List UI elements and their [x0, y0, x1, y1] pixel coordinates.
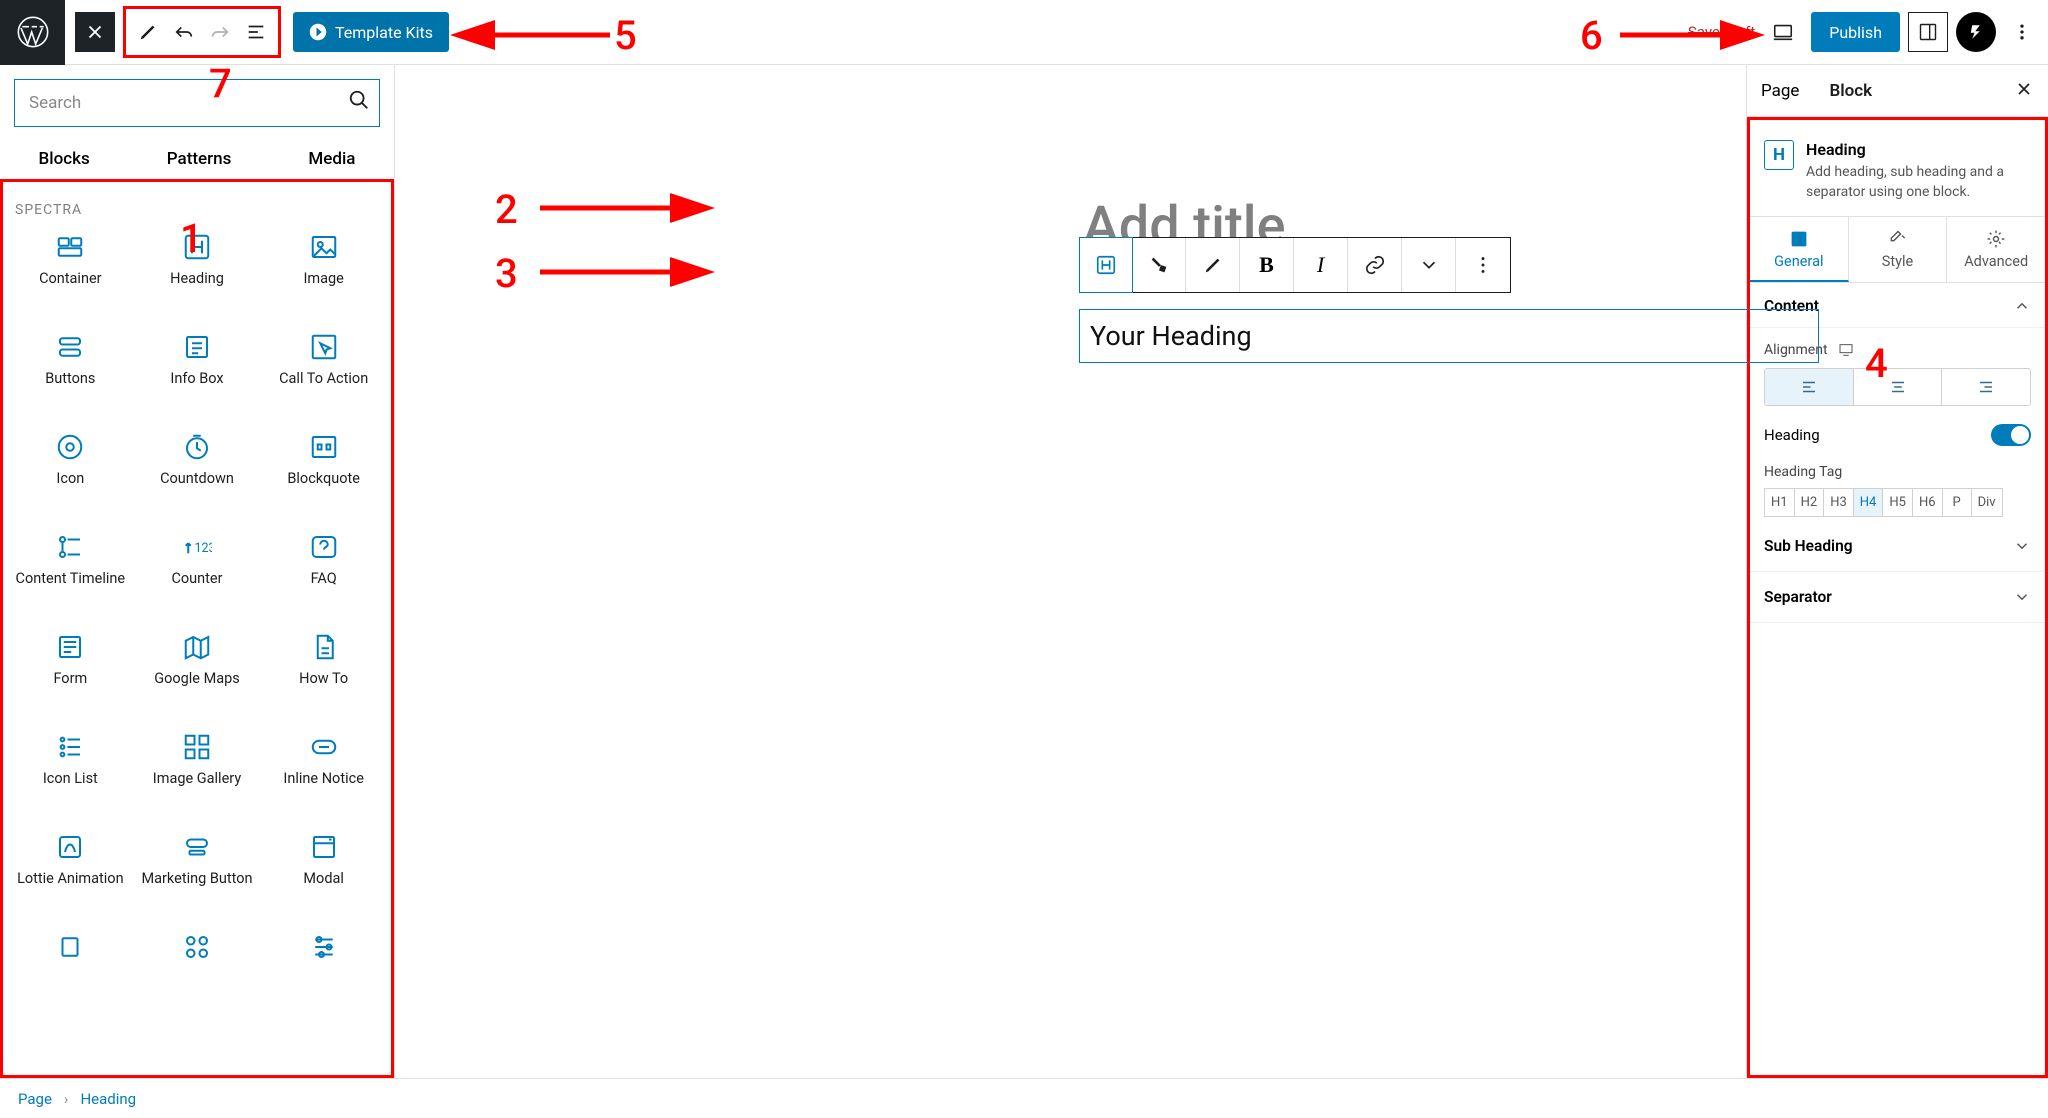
edit-tool-button[interactable]: [130, 14, 166, 50]
close-sidebar-button[interactable]: [2014, 79, 2034, 103]
block-gallery[interactable]: Image Gallery: [134, 732, 261, 802]
document-overview-button[interactable]: [238, 14, 274, 50]
tab-general[interactable]: General: [1750, 217, 1849, 282]
template-kits-button[interactable]: Template Kits: [293, 12, 449, 52]
tag-h2[interactable]: H2: [1794, 488, 1825, 517]
block-sliders[interactable]: [260, 932, 387, 1002]
tag-h4[interactable]: H4: [1853, 488, 1884, 517]
publish-button[interactable]: Publish: [1811, 12, 1900, 52]
chevron-up-icon: [2013, 297, 2031, 315]
block-card-title: Heading: [1806, 140, 2031, 159]
block-iconlist[interactable]: Icon List: [7, 732, 134, 802]
tab-patterns[interactable]: Patterns: [167, 149, 232, 169]
block-countdown[interactable]: Countdown: [134, 432, 261, 502]
block-notice[interactable]: Inline Notice: [260, 732, 387, 802]
settings-sidebar: Page Block H Heading Add heading, sub he…: [1746, 65, 2048, 1078]
heading-block[interactable]: Your Heading: [1079, 309, 1819, 363]
block-grid4[interactable]: [134, 932, 261, 1002]
wordpress-logo[interactable]: [0, 0, 65, 65]
toggle-settings-button[interactable]: [1908, 12, 1948, 52]
search-icon: [348, 89, 370, 111]
block-counter[interactable]: 123Counter: [134, 532, 261, 602]
tag-h1[interactable]: H1: [1764, 488, 1795, 517]
highlight-button[interactable]: [1186, 238, 1240, 292]
breadcrumb: Page › Heading: [0, 1078, 2048, 1118]
tab-blocks[interactable]: Blocks: [39, 149, 90, 169]
alignment-buttons: [1764, 368, 2031, 406]
tab-style[interactable]: Style: [1849, 217, 1948, 282]
heading-tag-label: Heading Tag: [1764, 464, 2031, 480]
close-inserter-button[interactable]: [75, 12, 115, 52]
svg-text:123: 123: [194, 541, 212, 556]
align-center-button[interactable]: [1854, 369, 1943, 405]
inserter-tabs: Blocks Patterns Media: [0, 141, 394, 179]
italic-button[interactable]: I: [1294, 238, 1348, 292]
align-left-button[interactable]: [1765, 369, 1854, 405]
tag-p[interactable]: P: [1942, 488, 1972, 517]
block-toolbar: B I: [1079, 237, 1511, 293]
tab-advanced[interactable]: Advanced: [1947, 217, 2045, 282]
block-faq[interactable]: FAQ: [260, 532, 387, 602]
block-slider[interactable]: [7, 932, 134, 1002]
sidebar-tab-block[interactable]: Block: [1829, 81, 1872, 101]
heading-toggle[interactable]: [1991, 424, 2031, 446]
tools-group: [123, 6, 281, 58]
more-formatting-button[interactable]: [1402, 238, 1456, 292]
block-buttons[interactable]: Buttons: [7, 332, 134, 402]
breadcrumb-root[interactable]: Page: [18, 1090, 52, 1108]
block-map[interactable]: Google Maps: [134, 632, 261, 702]
block-icon[interactable]: Icon: [7, 432, 134, 502]
undo-button[interactable]: [166, 14, 202, 50]
editor-canvas[interactable]: Add title B I Your Heading: [395, 65, 1746, 1078]
search-input[interactable]: [14, 79, 380, 127]
sidebar-tab-page[interactable]: Page: [1761, 81, 1799, 101]
block-form[interactable]: Form: [7, 632, 134, 702]
redo-button[interactable]: [202, 14, 238, 50]
tag-h3[interactable]: H3: [1823, 488, 1854, 517]
block-modal[interactable]: Modal: [260, 832, 387, 902]
spectra-icon[interactable]: [1956, 12, 1996, 52]
chevron-down-icon: [2013, 588, 2031, 606]
template-kits-label: Template Kits: [335, 23, 433, 42]
subheading-panel-toggle[interactable]: Sub Heading: [1750, 521, 2045, 572]
block-card-icon: H: [1764, 140, 1794, 170]
chevron-down-icon: [2013, 537, 2031, 555]
bold-button[interactable]: B: [1240, 238, 1294, 292]
section-label: SPECTRA: [7, 200, 387, 232]
preview-device-button[interactable]: [1763, 12, 1803, 52]
align-right-button[interactable]: [1942, 369, 2030, 405]
drag-handle-button[interactable]: [1132, 238, 1186, 292]
block-howto[interactable]: How To: [260, 632, 387, 702]
more-options-button[interactable]: [2004, 14, 2040, 50]
breadcrumb-current[interactable]: Heading: [80, 1090, 136, 1108]
tag-h5[interactable]: H5: [1882, 488, 1913, 517]
block-timeline[interactable]: Content Timeline: [7, 532, 134, 602]
heading-toggle-label: Heading: [1764, 426, 1820, 444]
block-container[interactable]: Container: [7, 232, 134, 302]
tag-h6[interactable]: H6: [1912, 488, 1943, 517]
block-marketing[interactable]: Marketing Button: [134, 832, 261, 902]
block-type-button[interactable]: [1079, 237, 1133, 293]
link-button[interactable]: [1348, 238, 1402, 292]
save-draft-link[interactable]: Save draft: [1688, 23, 1755, 41]
block-heading[interactable]: Heading: [134, 232, 261, 302]
tab-media[interactable]: Media: [308, 149, 355, 169]
block-card-desc: Add heading, sub heading and a separator…: [1806, 163, 2031, 202]
desktop-responsive-icon[interactable]: [1838, 342, 1854, 358]
block-blockquote[interactable]: Blockquote: [260, 432, 387, 502]
block-cta[interactable]: Call To Action: [260, 332, 387, 402]
tag-div[interactable]: Div: [1971, 488, 2003, 517]
block-infobox[interactable]: Info Box: [134, 332, 261, 402]
inserter-panel: Blocks Patterns Media SPECTRA ContainerH…: [0, 65, 395, 1078]
block-options-button[interactable]: [1456, 238, 1510, 292]
block-image[interactable]: Image: [260, 232, 387, 302]
block-lottie[interactable]: Lottie Animation: [7, 832, 134, 902]
separator-panel-toggle[interactable]: Separator: [1750, 572, 2045, 623]
